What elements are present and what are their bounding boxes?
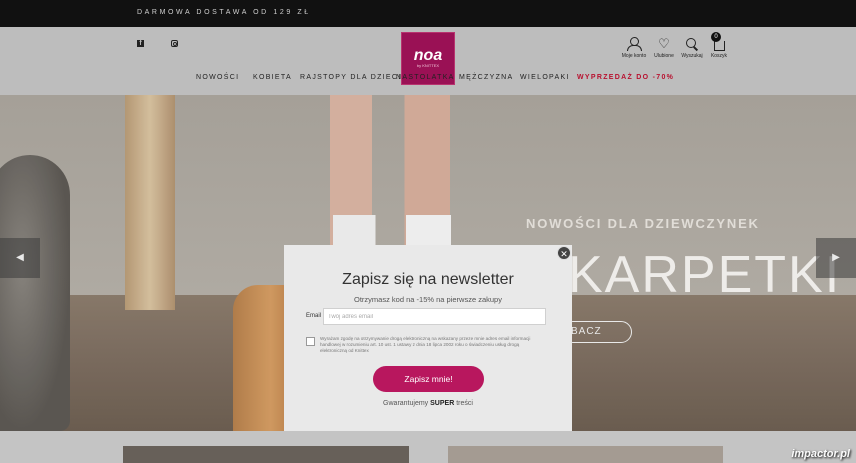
- free-shipping-text: DARMOWA DOSTAWA OD 129 ZŁ: [137, 9, 311, 16]
- nav-item-rajstopy-dla-dzieci[interactable]: RAJSTOPY DLA DZIECI: [300, 74, 401, 81]
- logo-mark: noa: [413, 46, 443, 64]
- search-button[interactable]: Wyszukaj: [677, 37, 707, 59]
- email-field[interactable]: [323, 308, 546, 325]
- nav-item-kobieta[interactable]: KOBIETA: [253, 74, 292, 81]
- nav-item-nowosci[interactable]: NOWOŚCI: [196, 74, 239, 81]
- heart-icon: ♡: [658, 36, 670, 51]
- wishlist-label: Ulubione: [654, 53, 674, 59]
- account-button[interactable]: Moje konto: [619, 37, 649, 59]
- guarantee-bold: SUPER: [430, 400, 455, 407]
- account-label: Moje konto: [621, 53, 647, 59]
- nav-item-nastolatka[interactable]: NASTOLATKA: [396, 74, 455, 81]
- subscribe-button[interactable]: Zapisz mnie!: [373, 366, 484, 392]
- search-label: Wyszukaj: [681, 53, 703, 59]
- nav-item-mezczyzna[interactable]: MĘŻCZYZNA: [459, 74, 513, 81]
- newsletter-modal: ✕ Zapisz się na newsletter Otrzymasz kod…: [284, 245, 572, 431]
- logo-sub: by KNITTEX: [416, 62, 440, 68]
- email-label: Email: [306, 313, 322, 319]
- main-nav: NOWOŚCI KOBIETA RAJSTOPY DLA DZIECI NAST…: [0, 74, 856, 86]
- nav-item-wielopaki[interactable]: WIELOPAKI: [520, 74, 570, 81]
- consent-checkbox[interactable]: [306, 337, 315, 346]
- search-icon: [677, 37, 707, 51]
- site-header: f noa by KNITTEX Moje konto ♡ Ulubione W…: [0, 27, 856, 95]
- guarantee-suffix: treści: [456, 400, 473, 407]
- guarantee-prefix: Gwarantujemy: [383, 400, 429, 407]
- instagram-icon[interactable]: [171, 40, 178, 47]
- consent-text: Wyrażam zgodę na otrzymywanie drogą elek…: [320, 336, 531, 353]
- wishlist-button[interactable]: ♡ Ulubione: [649, 36, 679, 60]
- modal-title: Zapisz się na newsletter: [342, 271, 514, 288]
- cart-label: Koszyk: [710, 53, 728, 59]
- nav-item-sale[interactable]: WYPRZEDAŻ DO -70%: [577, 74, 674, 81]
- modal-subtitle: Otrzymasz kod na -15% na pierwsze zakupy: [354, 295, 502, 304]
- facebook-icon[interactable]: f: [137, 40, 144, 47]
- cart-count-badge: 0: [711, 32, 721, 42]
- guarantee-text: Gwarantujemy SUPER treści: [284, 400, 572, 407]
- top-promo-bar: DARMOWA DOSTAWA OD 129 ZŁ: [0, 0, 856, 27]
- user-icon: [619, 37, 649, 51]
- close-icon[interactable]: ✕: [557, 246, 571, 260]
